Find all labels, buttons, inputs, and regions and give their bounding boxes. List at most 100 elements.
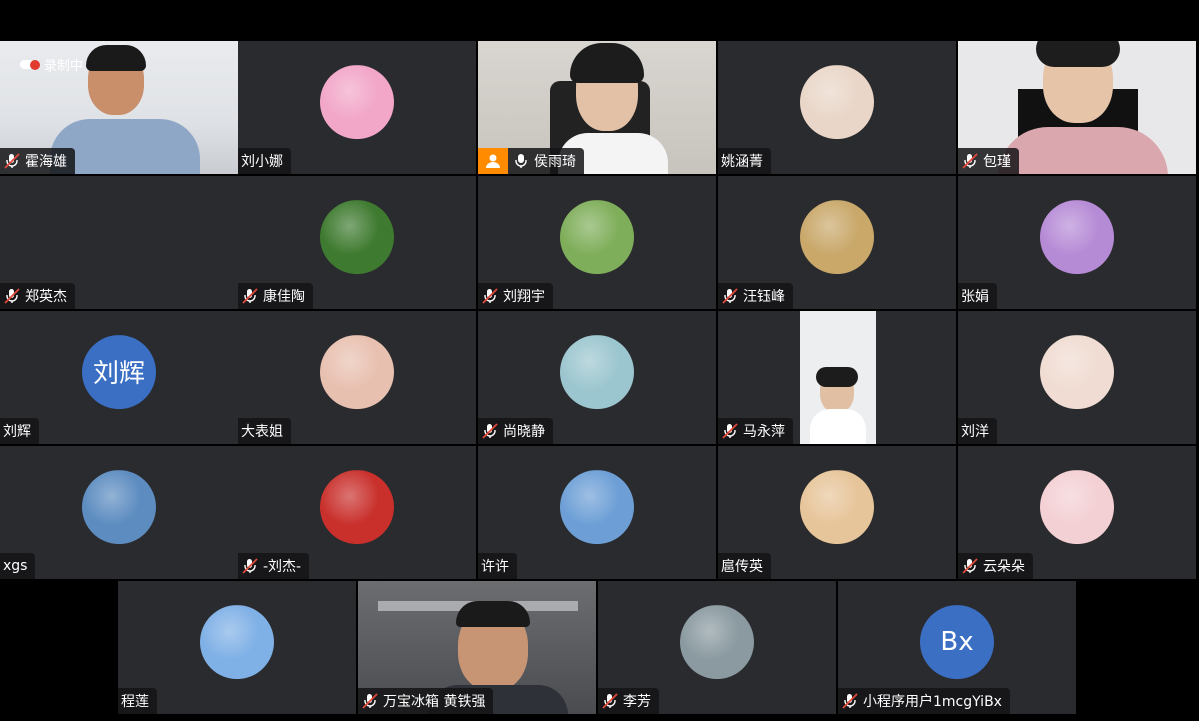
name-bar: 刘小娜	[238, 148, 291, 174]
mic-muted-icon	[961, 152, 979, 170]
heart-hands-avatar	[320, 334, 394, 409]
recording-label: 录制中	[44, 59, 84, 74]
mic-muted-icon	[361, 692, 379, 710]
record-dot-icon	[30, 59, 40, 70]
participant-name: 尚晓静	[503, 424, 545, 440]
participant-name: 马永萍	[743, 424, 785, 440]
name-bar: 郑英杰	[0, 283, 75, 309]
mic-muted-icon	[601, 692, 619, 710]
name-bar: 刘洋	[958, 418, 997, 444]
participant-name: 侯雨琦	[534, 154, 576, 170]
participant-name: 云朵朵	[983, 559, 1025, 575]
participant-name: 李芳	[623, 694, 651, 710]
pebbles-avatar	[680, 604, 754, 679]
participant-tile[interactable]: 李芳	[598, 581, 836, 714]
anime-avatar	[320, 64, 394, 139]
participant-tile[interactable]: 刘辉 刘辉	[0, 311, 238, 444]
name-bar: xgs	[0, 553, 36, 579]
name-bar: 刘翔宇	[478, 283, 553, 309]
recording-indicator: 录制中	[20, 55, 83, 74]
participant-tile[interactable]: 郑英杰	[0, 176, 238, 309]
participant-tile[interactable]: -刘杰-	[238, 446, 476, 579]
name-bar: 侯雨琦	[478, 148, 584, 174]
participant-tile[interactable]: 汪钰峰	[718, 176, 956, 309]
name-bar: 云朵朵	[958, 553, 1033, 579]
participant-tile[interactable]: 扈传英	[718, 446, 956, 579]
participant-tile[interactable]: 刘洋	[958, 311, 1196, 444]
mic-muted-icon	[841, 692, 859, 710]
name-bar: 程莲	[118, 688, 157, 714]
initials-avatar: Bx	[920, 604, 994, 679]
participant-name: 刘洋	[961, 424, 989, 440]
participant-tile[interactable]: 万宝冰箱 黄铁强	[358, 581, 596, 714]
flag-avatar	[320, 469, 394, 544]
participant-name: 包瑾	[983, 154, 1011, 170]
participant-name: 张娟	[961, 289, 989, 305]
field-avatar	[560, 199, 634, 274]
woman-avatar	[800, 469, 874, 544]
participant-name: 霍海雄	[25, 154, 67, 170]
mic-muted-icon	[3, 287, 21, 305]
participant-tile[interactable]: 侯雨琦	[478, 41, 716, 174]
participant-tile[interactable]: 大表姐	[238, 311, 476, 444]
participant-name: xgs	[3, 558, 28, 574]
mountain-avatar	[82, 469, 156, 544]
participant-tile[interactable]: 马永萍	[718, 311, 956, 444]
participant-tile[interactable]: 包瑾	[958, 41, 1196, 174]
girl-avatar	[800, 64, 874, 139]
participant-tile[interactable]: xgs	[0, 446, 238, 579]
name-bar: 姚涵菁	[718, 148, 771, 174]
participant-name: 康佳陶	[263, 289, 305, 305]
participant-name: 小程序用户1mcgYiBx	[863, 694, 1002, 710]
name-bar: 许许	[478, 553, 517, 579]
name-bar: 刘辉	[0, 418, 39, 444]
participant-name: 许许	[481, 559, 509, 575]
participant-name: 汪钰峰	[743, 289, 785, 305]
participant-name: -刘杰-	[263, 559, 302, 575]
mic-muted-icon	[721, 287, 739, 305]
mic-muted-icon	[241, 287, 259, 305]
mic-icon	[512, 152, 530, 170]
participant-tile[interactable]: 录制中霍海雄	[0, 41, 238, 174]
cloud-avatar	[200, 604, 274, 679]
participant-name: 刘小娜	[241, 154, 283, 170]
participant-name: 扈传英	[721, 559, 763, 575]
name-bar: 尚晓静	[478, 418, 553, 444]
host-person-icon	[478, 148, 508, 174]
participant-name: 刘翔宇	[503, 289, 545, 305]
name-bar: 张娟	[958, 283, 997, 309]
participant-tile[interactable]: 康佳陶	[238, 176, 476, 309]
participant-tile[interactable]: 刘小娜	[238, 41, 476, 174]
participant-name: 万宝冰箱 黄铁强	[383, 694, 486, 710]
ship-avatar	[560, 469, 634, 544]
name-bar: 大表姐	[238, 418, 291, 444]
name-bar: 万宝冰箱 黄铁强	[358, 688, 494, 714]
name-bar: 扈传英	[718, 553, 771, 579]
participant-tile[interactable]: 云朵朵	[958, 446, 1196, 579]
mic-muted-icon	[961, 557, 979, 575]
name-bar: 汪钰峰	[718, 283, 793, 309]
participant-tile[interactable]: Bx 小程序用户1mcgYiBx	[838, 581, 1076, 714]
name-bar: 小程序用户1mcgYiBx	[838, 688, 1010, 714]
mic-muted-icon	[3, 152, 21, 170]
participant-name: 程莲	[121, 694, 149, 710]
anime-girl-avatar	[1040, 469, 1114, 544]
participant-name: 姚涵菁	[721, 154, 763, 170]
plant-avatar	[320, 199, 394, 274]
participant-tile[interactable]: 许许	[478, 446, 716, 579]
participant-tile[interactable]: 程莲	[118, 581, 356, 714]
name-bar: -刘杰-	[238, 553, 310, 579]
sunset-avatar	[800, 199, 874, 274]
participant-tile[interactable]: 张娟	[958, 176, 1196, 309]
participant-tile[interactable]: 姚涵菁	[718, 41, 956, 174]
flowers-avatar	[1040, 199, 1114, 274]
participant-name: 刘辉	[3, 424, 31, 440]
name-bar: 李芳	[598, 688, 659, 714]
mic-muted-icon	[481, 422, 499, 440]
participant-name: 郑英杰	[25, 289, 67, 305]
participant-tile[interactable]: 尚晓静	[478, 311, 716, 444]
name-bar: 马永萍	[718, 418, 793, 444]
mic-muted-icon	[721, 422, 739, 440]
participant-tile[interactable]: 刘翔宇	[478, 176, 716, 309]
initials-avatar: 刘辉	[82, 334, 156, 409]
